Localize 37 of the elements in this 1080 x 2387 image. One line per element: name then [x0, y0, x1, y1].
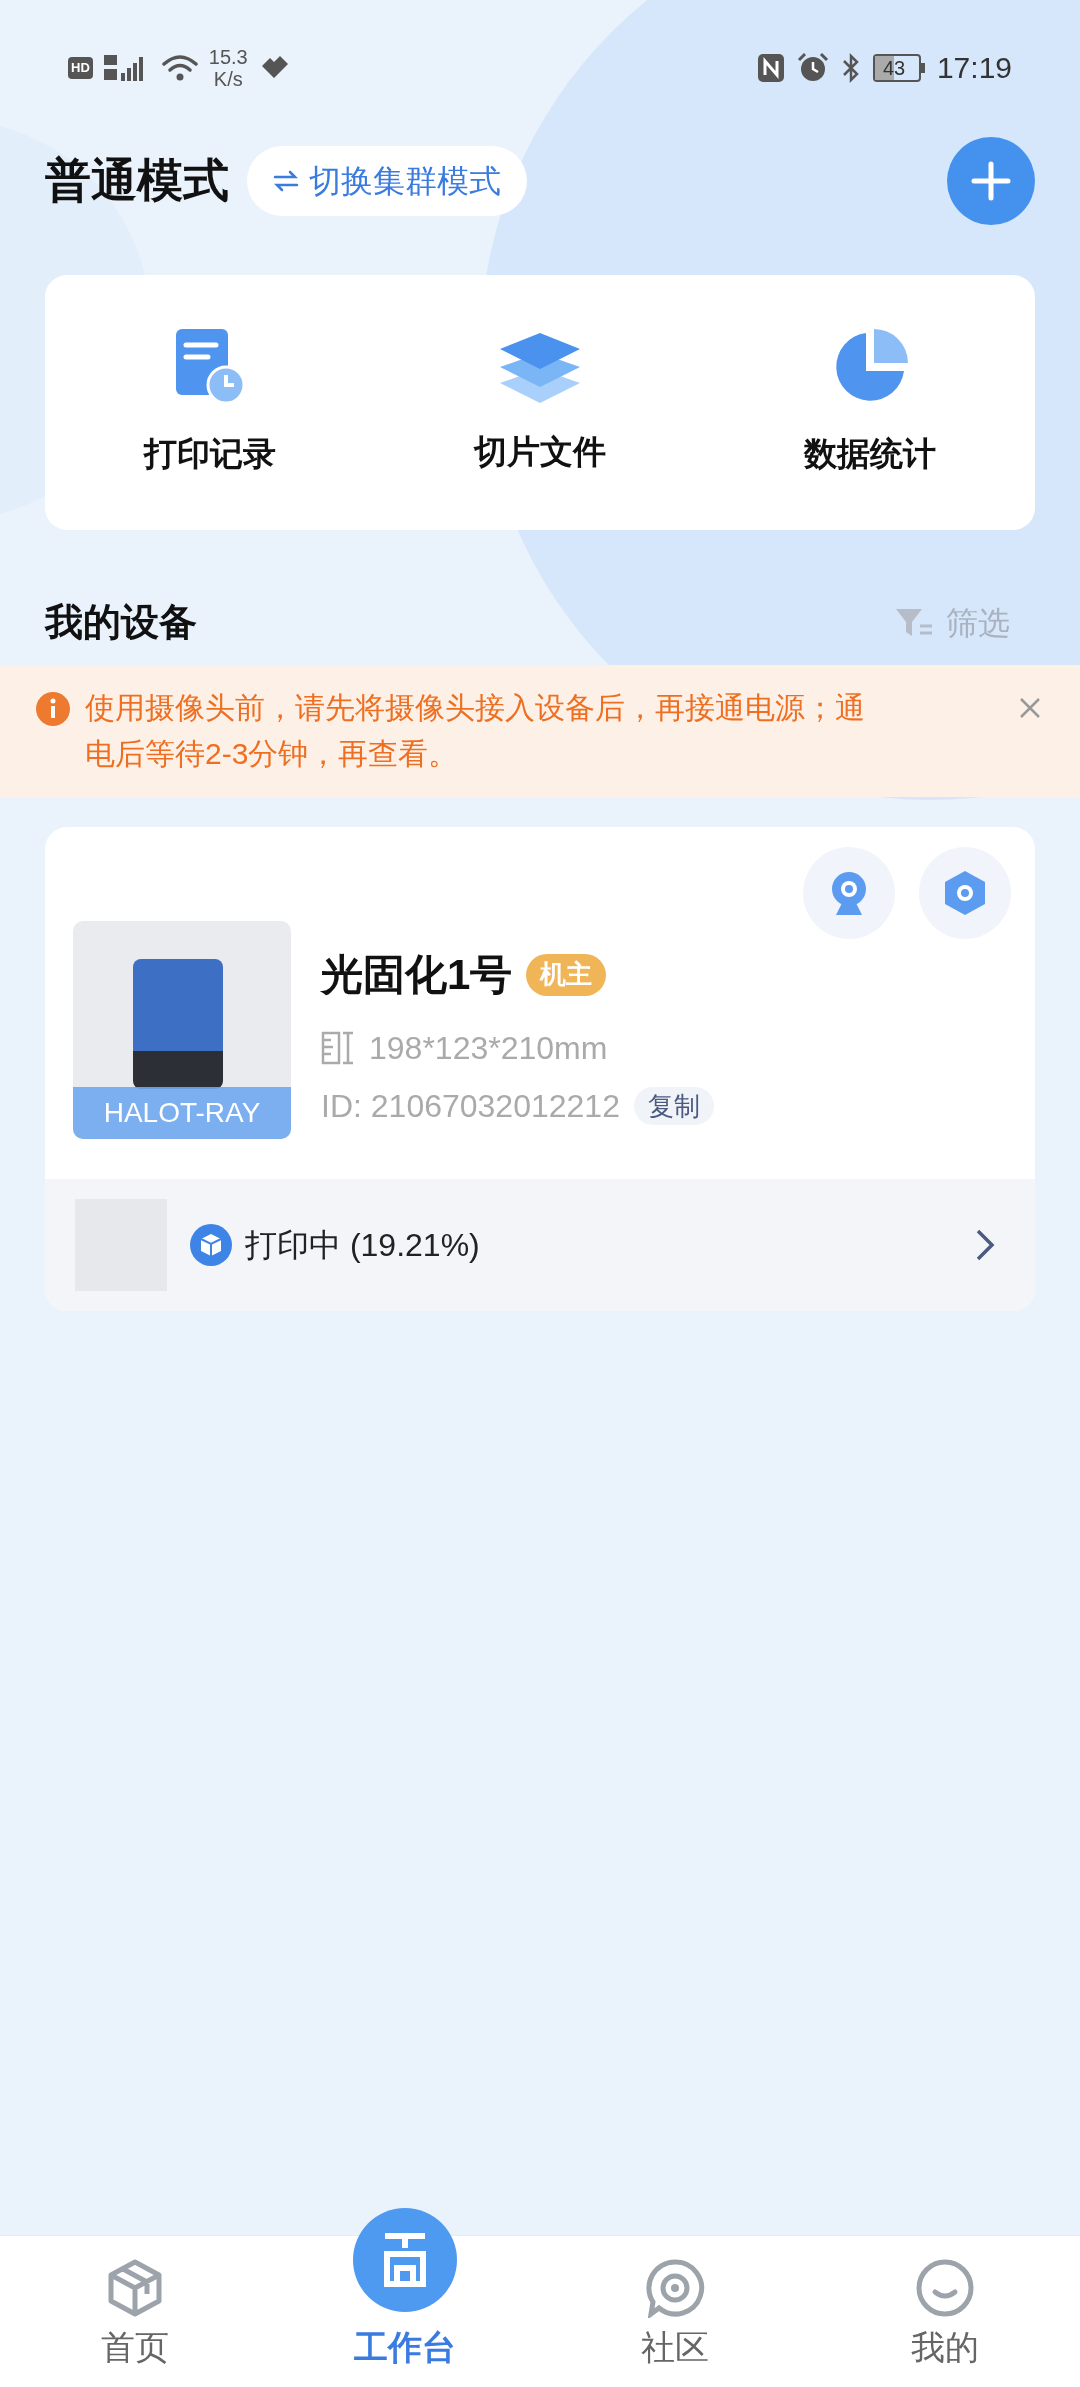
notice-text: 使用摄像头前，请先将摄像头接入设备后，再接通电源；通电后等待2-3分钟，再查看。 — [85, 690, 866, 772]
chat-bubble-icon — [645, 2258, 705, 2318]
nav-tab[interactable]: 我的 — [810, 2236, 1080, 2387]
clock-time: 17:19 — [936, 50, 1012, 86]
device-card[interactable]: HALOT-RAY 光固化1号 机主 198*123*210mm ID: 21067032012212 复制 打印中 (19.21%) — [45, 827, 1035, 1311]
plus-icon — [971, 160, 1011, 201]
cube-icon — [189, 1223, 233, 1267]
swap-arrows-icon — [273, 169, 299, 192]
bluetooth-icon — [840, 51, 861, 84]
status-bar[interactable]: 打印中 (19.21%) — [45, 1179, 1035, 1311]
smiley-icon — [915, 2258, 975, 2318]
hd-badge: HD — [68, 56, 93, 79]
quick-action-button[interactable]: 数据统计 — [705, 326, 1035, 479]
copy-button[interactable]: 复制 — [633, 1087, 714, 1125]
ruler-icon — [321, 1031, 355, 1065]
owner-badge: 机主 — [526, 953, 607, 996]
network-speed: 15.3 — [208, 45, 248, 68]
model-label: HALOT-RAY — [73, 1087, 291, 1139]
close-icon — [1019, 697, 1041, 719]
dimensions-text: 198*123*210mm — [369, 1029, 608, 1068]
alarm-icon — [796, 51, 829, 84]
wifi-icon — [160, 52, 199, 83]
network-speed-unit: K/s — [213, 67, 243, 90]
quick-action-button[interactable]: 切片文件 — [375, 328, 705, 477]
quick-action-button[interactable]: 打印记录 — [45, 326, 375, 479]
nav-tab[interactable]: 工作台 — [270, 2206, 540, 2387]
nav-tab[interactable]: 社区 — [540, 2236, 810, 2387]
info-icon — [35, 691, 71, 727]
nav-tab[interactable]: 首页 — [0, 2236, 270, 2387]
device-name: 光固化1号 — [321, 950, 513, 1000]
mode-title: 普通模式 — [45, 153, 229, 208]
chevron-right-icon — [975, 1228, 995, 1262]
device-id: ID: 21067032012212 — [321, 1087, 620, 1126]
switch-mode-button[interactable]: 切换集群模式 — [247, 145, 527, 216]
section-title: 我的设备 — [45, 600, 197, 645]
print-status: 打印中 (19.21%) — [245, 1226, 480, 1265]
settings-icon — [942, 869, 988, 917]
